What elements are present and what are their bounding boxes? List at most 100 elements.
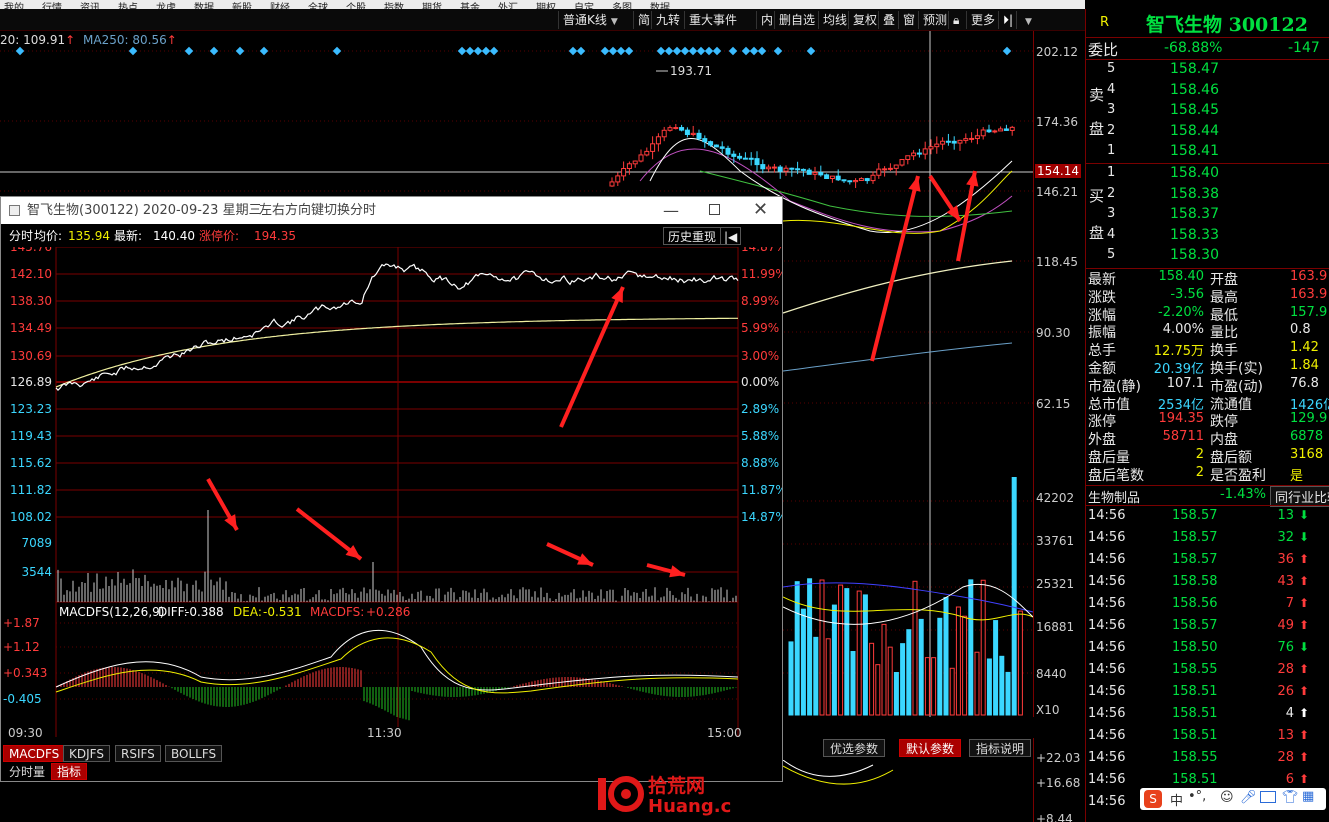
buy-price[interactable]: 158.38: [1170, 186, 1219, 202]
event-marker-icon[interactable]: [806, 46, 816, 56]
candle: [789, 167, 795, 170]
skin-icon[interactable]: 👕︎: [1282, 790, 1299, 805]
intraday-price-tick: 126.89: [10, 375, 52, 389]
indicator-tab[interactable]: MACDFS: [3, 745, 66, 762]
event-marker-icon[interactable]: [741, 46, 751, 56]
buy-price[interactable]: 158.40: [1170, 165, 1219, 181]
stat-value: 129.9: [1290, 411, 1328, 427]
event-marker-icon[interactable]: [616, 46, 626, 56]
event-marker-icon[interactable]: [656, 46, 666, 56]
chinese-mode-icon[interactable]: 中: [1170, 790, 1183, 809]
event-marker-icon[interactable]: [128, 46, 138, 56]
down-arrow-icon: ⬇: [1299, 640, 1310, 654]
pin-icon[interactable]: ⏵|: [998, 11, 1017, 29]
popup-titlebar[interactable]: 智飞生物(300122) 2020-09-23 星期三 左右方向键切换分时 — …: [1, 197, 782, 224]
candle: [882, 168, 888, 171]
toolbar-item[interactable]: 窗: [898, 11, 919, 29]
param-button[interactable]: 优选参数: [823, 739, 886, 757]
volume-bar: [869, 642, 875, 716]
candle: [632, 160, 638, 165]
toolbar-item[interactable]: 均线: [818, 11, 851, 29]
toolbar-item[interactable]: 重大事件: [684, 11, 741, 29]
event-marker-icon[interactable]: [15, 46, 25, 56]
event-marker-icon[interactable]: [473, 46, 483, 56]
intraday-chart[interactable]: 145.76 142.10 138.30 134.49 130.69 126.89 123.…: [1, 247, 782, 737]
sell-price[interactable]: 158.46: [1170, 82, 1219, 98]
event-marker-icon[interactable]: [680, 46, 690, 56]
event-marker-icon[interactable]: [568, 46, 578, 56]
event-marker-icon[interactable]: [712, 46, 722, 56]
weibi-diff: -147: [1288, 40, 1320, 56]
toolbar-item[interactable]: 叠: [878, 11, 899, 29]
event-marker-icon[interactable]: [259, 46, 269, 56]
microphone-icon[interactable]: 🎤︎: [1240, 790, 1257, 805]
lock-icon[interactable]: 🔒︎: [948, 11, 963, 29]
toolbar-item[interactable]: 更多: [966, 11, 999, 29]
kline-type-select[interactable]: 普通K线 ▼: [558, 11, 622, 29]
event-marker-icon[interactable]: [688, 46, 698, 56]
event-marker-icon[interactable]: [672, 46, 682, 56]
event-marker-icon[interactable]: [457, 46, 467, 56]
toolbar-item[interactable]: 删自选: [774, 11, 819, 29]
buy-price[interactable]: 158.37: [1170, 206, 1219, 222]
tick-price: 158.56: [1172, 596, 1218, 611]
sell-price[interactable]: 158.47: [1170, 61, 1219, 77]
chevron-down-icon[interactable]: ▼: [1016, 11, 1036, 29]
param-button[interactable]: 指标说明: [969, 739, 1032, 757]
volume-bar: [931, 657, 937, 716]
candle: [684, 129, 690, 136]
maximize-icon[interactable]: [709, 204, 720, 215]
panel-tab[interactable]: 指标: [51, 763, 88, 780]
event-marker-icon[interactable]: [235, 46, 245, 56]
volume-bar: [1017, 610, 1023, 716]
toolbar-item[interactable]: 预测: [918, 11, 951, 29]
event-marker-icon[interactable]: [209, 46, 219, 56]
stat-value: 是: [1290, 468, 1304, 484]
collapse-icon[interactable]: |◀: [720, 227, 742, 245]
event-marker-icon[interactable]: [184, 46, 194, 56]
buy-price[interactable]: 158.30: [1170, 247, 1219, 263]
ime-toolbar[interactable]: S 中 •°, ☺ 🎤︎ 👕︎ ▦: [1140, 788, 1326, 810]
keyboard-icon[interactable]: [1260, 791, 1276, 803]
history-replay-button[interactable]: 历史重现: [663, 227, 722, 245]
punctuation-icon[interactable]: •°,: [1188, 789, 1206, 804]
sogou-icon[interactable]: S: [1144, 790, 1162, 808]
minimize-icon[interactable]: —: [663, 197, 679, 224]
sell-price[interactable]: 158.45: [1170, 102, 1219, 118]
toolbar-item[interactable]: 九转: [651, 11, 684, 29]
price-tick: 118.45: [1036, 255, 1078, 269]
candle: [998, 128, 1004, 132]
indicator-tab[interactable]: BOLLFS: [165, 745, 223, 762]
event-marker-icon[interactable]: [728, 46, 738, 56]
emoji-icon[interactable]: ☺: [1220, 790, 1234, 805]
event-marker-icon[interactable]: [664, 46, 674, 56]
event-marker-icon[interactable]: [608, 46, 618, 56]
event-marker-icon[interactable]: [465, 46, 475, 56]
event-marker-icon[interactable]: [481, 46, 491, 56]
event-marker-icon[interactable]: [696, 46, 706, 56]
event-marker-icon[interactable]: [576, 46, 586, 56]
sell-price[interactable]: 158.41: [1170, 143, 1219, 159]
event-marker-icon[interactable]: [624, 46, 634, 56]
event-marker-icon[interactable]: [773, 46, 783, 56]
event-marker-icon[interactable]: [1002, 46, 1012, 56]
sell-price[interactable]: 158.44: [1170, 123, 1219, 139]
close-icon[interactable]: ✕: [753, 196, 768, 223]
buy-price[interactable]: 158.33: [1170, 227, 1219, 243]
event-marker-icon[interactable]: [600, 46, 610, 56]
candle: [702, 138, 708, 143]
indicator-tab[interactable]: RSIFS: [115, 745, 161, 762]
event-marker-icon[interactable]: [749, 46, 759, 56]
toolbox-icon[interactable]: ▦: [1302, 789, 1314, 804]
industry-name[interactable]: 生物制品: [1088, 487, 1140, 506]
event-marker-icon[interactable]: [332, 46, 342, 56]
industry-compare-tab[interactable]: 同行业比较: [1270, 486, 1329, 507]
event-marker-icon[interactable]: [704, 46, 714, 56]
toolbar-item[interactable]: 复权: [848, 11, 881, 29]
indicator-tab[interactable]: KDJFS: [63, 745, 110, 762]
event-marker-icon[interactable]: [757, 46, 767, 56]
intraday-popup-window[interactable]: 智飞生物(300122) 2020-09-23 星期三 左右方向键切换分时 — …: [0, 196, 783, 782]
param-button[interactable]: 默认参数: [899, 739, 962, 757]
panel-tab[interactable]: 分时量: [3, 763, 52, 780]
event-marker-icon[interactable]: [489, 46, 499, 56]
